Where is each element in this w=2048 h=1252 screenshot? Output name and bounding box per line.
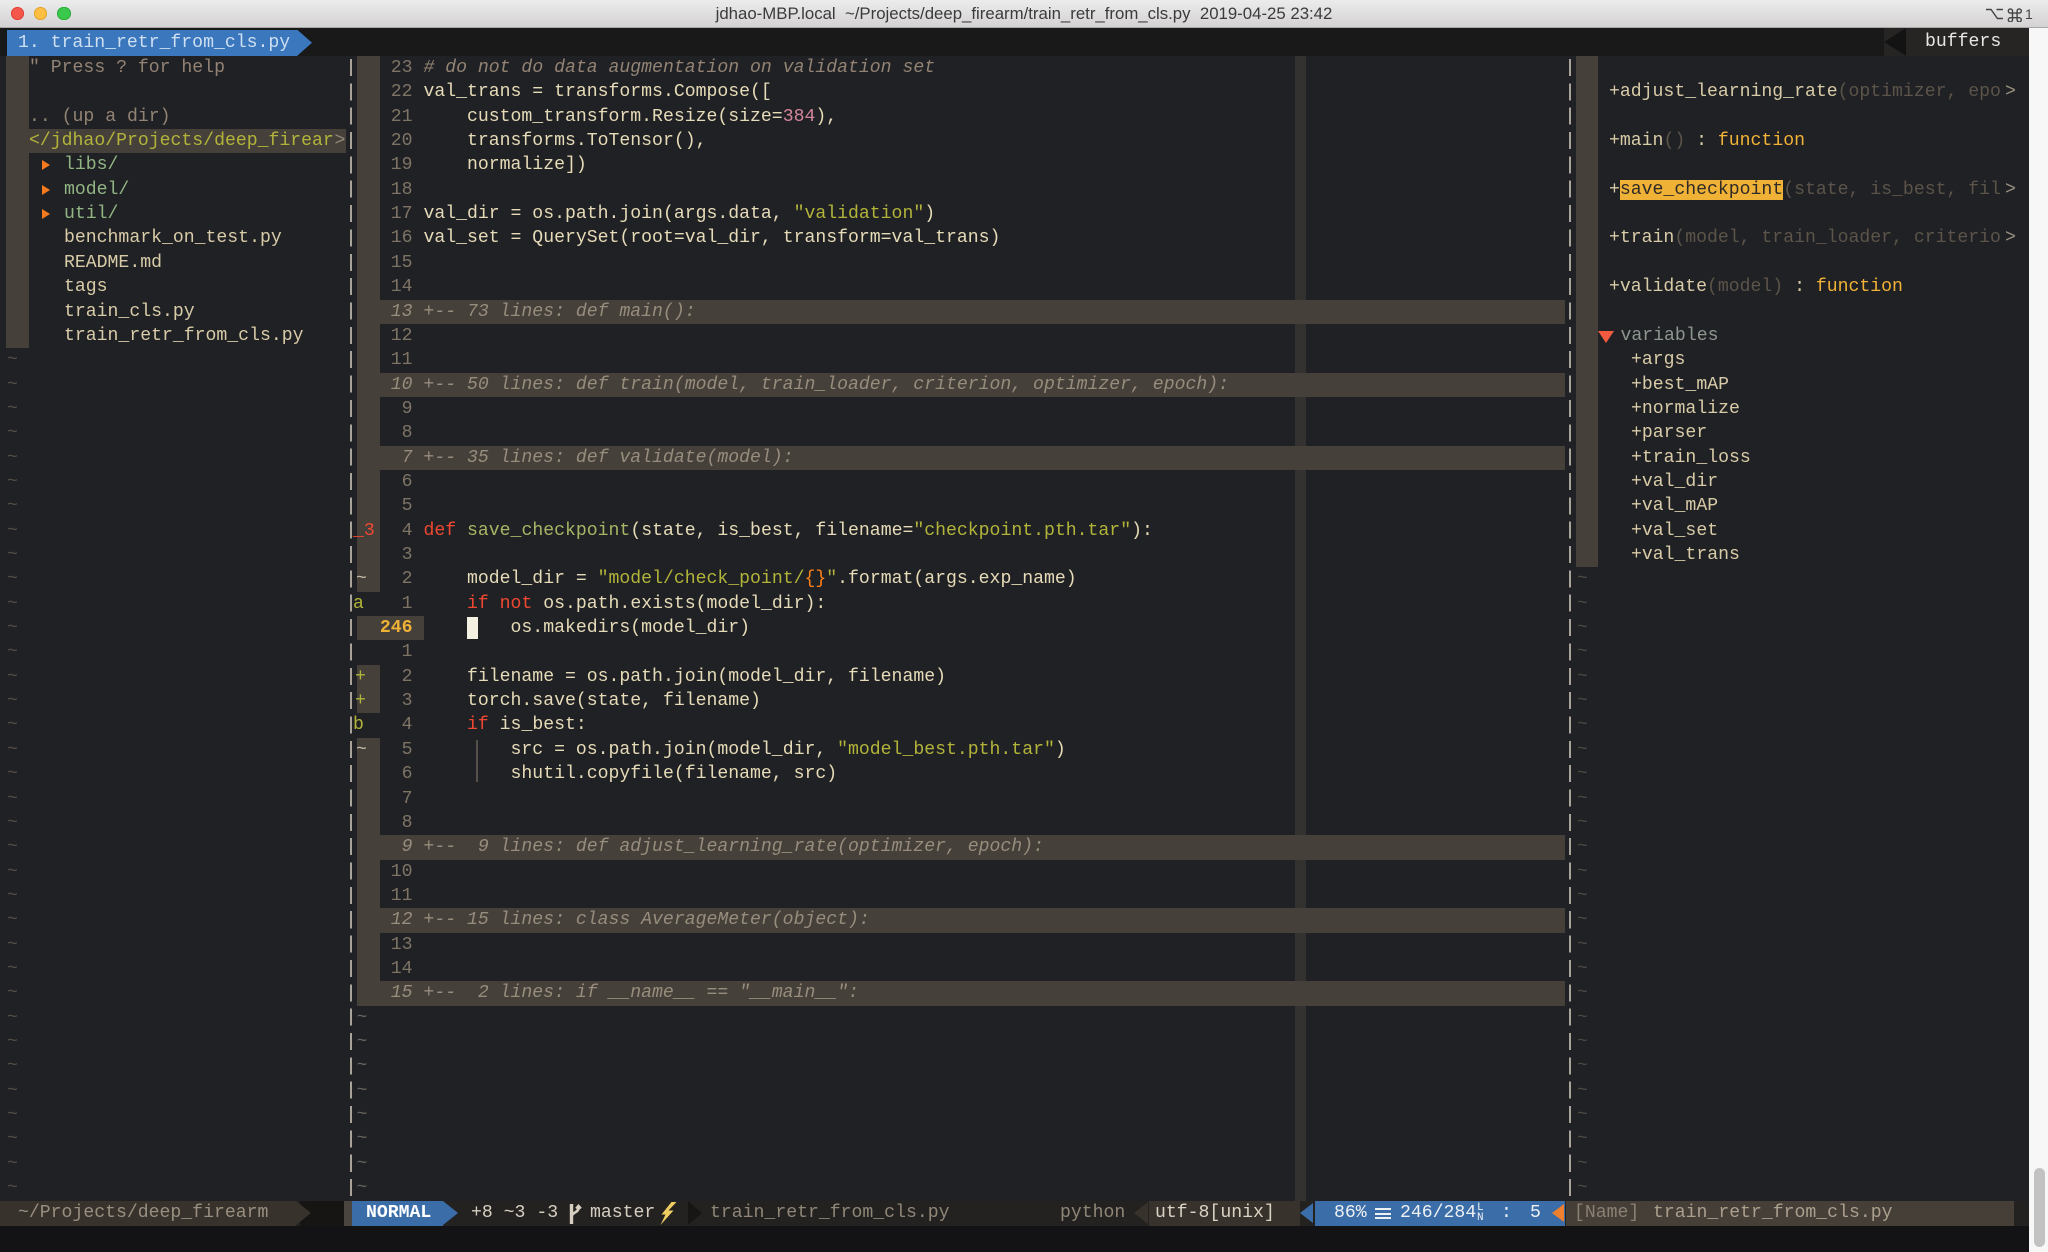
svg-text:1: 1 [2025,6,2033,22]
